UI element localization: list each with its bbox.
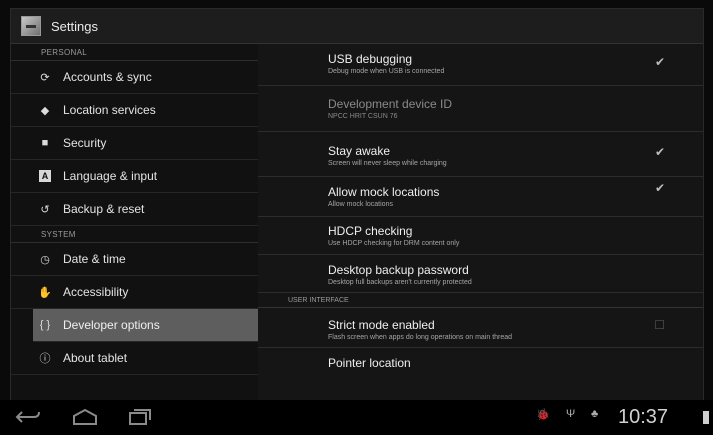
setting-usb-debugging[interactable]: USB debugging Debug mode when USB is con… [258, 44, 703, 86]
checkbox-icon[interactable]: ✔ [655, 181, 665, 195]
setting-backup-password[interactable]: Desktop backup password Desktop full bac… [258, 255, 703, 293]
android-icon[interactable]: ♣ [591, 408, 598, 420]
setting-strict-mode[interactable]: Strict mode enabled Flash screen when ap… [258, 308, 703, 348]
sidebar-item-label: Accessibility [63, 285, 129, 299]
setting-summary: Flash screen when apps do long operation… [328, 334, 513, 341]
recent-apps-icon[interactable] [128, 408, 152, 426]
sidebar-item-language-input[interactable]: A Language & input [11, 160, 258, 193]
setting-pointer-location[interactable]: Pointer location [258, 348, 703, 378]
sidebar-item-developer-options[interactable]: { } Developer options [33, 309, 258, 342]
sidebar-item-label: Security [63, 136, 107, 150]
setting-summary: Debug mode when USB is connected [328, 68, 445, 75]
setting-title: HDCP checking [328, 224, 413, 238]
setting-summary: Use HDCP checking for DRM content only [328, 240, 460, 247]
sidebar-item-label: Date & time [63, 252, 126, 266]
page-title: Settings [51, 18, 98, 34]
info-icon: ⓘ [39, 353, 51, 365]
sidebar-item-about-tablet[interactable]: ⓘ About tablet [11, 342, 258, 375]
location-icon: ◆ [40, 104, 50, 117]
setting-hdcp-checking[interactable]: HDCP checking Use HDCP checking for DRM … [258, 217, 703, 255]
sidebar-item-label: Backup & reset [63, 202, 145, 216]
sidebar-item-accounts-sync[interactable]: ⟳ Accounts & sync [11, 61, 258, 94]
setting-title: Pointer location [328, 356, 411, 370]
home-icon[interactable] [72, 408, 98, 426]
checkbox-icon[interactable]: ✔ [655, 55, 665, 69]
system-navigation-bar: 🐞 Ψ ♣ 10:37 [0, 400, 713, 435]
status-clock: 10:37 [618, 406, 669, 428]
sync-icon: ⟳ [40, 71, 50, 84]
sidebar-item-label: Location services [63, 103, 156, 117]
setting-title: Strict mode enabled [328, 318, 435, 332]
hand-icon: ✋ [38, 286, 52, 299]
checkbox-icon[interactable]: ✔ [655, 145, 665, 159]
sidebar-item-security[interactable]: ■ Security [11, 127, 258, 160]
sidebar-item-date-time[interactable]: ◷ Date & time [11, 243, 258, 276]
battery-icon [703, 411, 709, 424]
braces-icon: { } [39, 319, 51, 331]
lock-icon: ■ [41, 137, 49, 149]
setting-summary: NPCC HRIT CSUN 76 [328, 113, 398, 120]
settings-sidebar: PERSONAL ⟳ Accounts & sync ◆ Location se… [11, 44, 258, 401]
checkbox-icon[interactable]: ☐ [654, 318, 665, 332]
setting-summary: Allow mock locations [328, 201, 393, 208]
setting-mock-locations[interactable]: Allow mock locations Allow mock location… [258, 177, 703, 217]
sidebar-item-label: About tablet [63, 351, 128, 365]
back-icon[interactable] [14, 408, 42, 426]
restore-icon: ↺ [40, 203, 50, 216]
sidebar-item-label: Accounts & sync [63, 70, 152, 84]
setting-title: Allow mock locations [328, 185, 440, 199]
setting-stay-awake[interactable]: Stay awake Screen will never sleep while… [258, 132, 703, 177]
setting-title: USB debugging [328, 52, 413, 66]
debug-notification-icon[interactable]: 🐞 [536, 408, 550, 421]
clock-icon: ◷ [40, 253, 50, 266]
setting-title: Development device ID [328, 97, 453, 111]
settings-screen: Settings PERSONAL ⟳ Accounts & sync ◆ Lo… [10, 8, 704, 402]
sidebar-item-label: Developer options [63, 318, 160, 332]
setting-title: Desktop backup password [328, 263, 469, 277]
section-header-personal: PERSONAL [11, 44, 258, 61]
sidebar-item-accessibility[interactable]: ✋ Accessibility [11, 276, 258, 309]
setting-device-id: Development device ID NPCC HRIT CSUN 76 [258, 86, 703, 132]
sidebar-item-label: Language & input [63, 169, 158, 183]
sidebar-item-backup-reset[interactable]: ↺ Backup & reset [11, 193, 258, 226]
section-header-user-interface: USER INTERFACE [258, 293, 703, 308]
settings-app-icon[interactable] [21, 16, 41, 36]
sidebar-item-location-services[interactable]: ◆ Location services [11, 94, 258, 127]
setting-title: Stay awake [328, 144, 391, 158]
action-bar: Settings [11, 9, 703, 44]
usb-icon[interactable]: Ψ [566, 408, 575, 420]
keyboard-icon: A [39, 170, 51, 182]
setting-summary: Screen will never sleep while charging [328, 160, 447, 167]
section-header-system: SYSTEM [11, 226, 258, 243]
developer-options-panel: USB debugging Debug mode when USB is con… [258, 44, 703, 401]
setting-summary: Desktop full backups aren't currently pr… [328, 279, 472, 286]
